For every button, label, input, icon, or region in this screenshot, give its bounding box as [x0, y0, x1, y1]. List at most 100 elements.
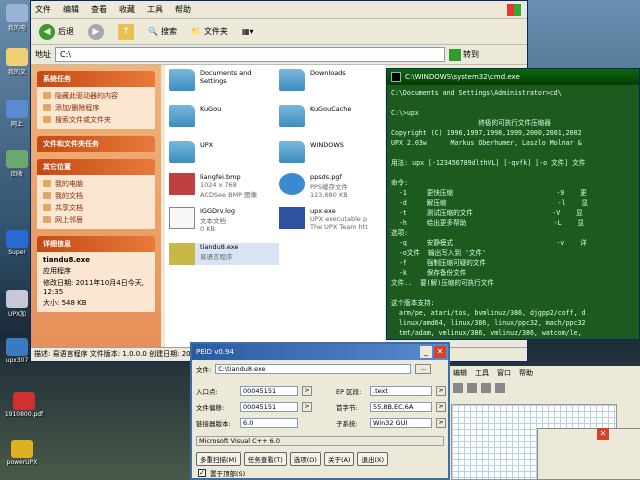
ep-section-field[interactable]: .text — [370, 386, 432, 396]
folder-icon — [169, 105, 195, 127]
background-program-window: 编辑 工具 窗口 帮助 ✕ — [446, 366, 640, 480]
system-tasks-header[interactable]: 系统任务 — [37, 71, 155, 87]
menu-help[interactable]: 帮助 — [175, 4, 191, 15]
details-panel: 详细信息 tiandu8.exe 应用程序 修改日期: 2011年10月4日今天… — [37, 236, 155, 312]
ep-section-button[interactable]: > — [436, 386, 446, 396]
file-item[interactable]: ppsds.pgf PPS缓存文件 123,680 KB — [279, 173, 389, 199]
go-button[interactable]: 转到 — [449, 48, 479, 61]
desktop-icon-recycle[interactable]: 回收 — [2, 150, 32, 178]
subsystem-field[interactable]: Win32 GUI — [370, 418, 432, 428]
search-icon: 🔍 — [148, 27, 158, 36]
menu-file[interactable]: 文件 — [35, 4, 51, 15]
details-header[interactable]: 详细信息 — [37, 236, 155, 252]
multi-scan-button[interactable]: 多重扫描(M) — [196, 452, 241, 466]
file-item[interactable]: KuGouCache — [279, 105, 389, 127]
recycle-bin-icon — [6, 150, 28, 168]
menu-favorites[interactable]: 收藏 — [119, 4, 135, 15]
desktop-icon-super[interactable]: Super — [2, 230, 32, 256]
folder-icon — [279, 69, 305, 91]
place-my-computer[interactable]: 我的电脑 — [43, 178, 149, 190]
program-menubar: 编辑 工具 窗口 帮助 — [447, 366, 640, 380]
desktop-icon-upx307[interactable]: upx307 — [2, 338, 32, 364]
detection-result: Microsoft Visual C++ 6.0 — [196, 436, 444, 446]
explorer-toolbar: ◀ 后退 ▶ ↑ 🔍 搜索 📁 文件夹 ▦▾ — [31, 19, 527, 45]
close-icon[interactable]: ✕ — [597, 428, 609, 440]
tool-icon[interactable] — [453, 383, 463, 393]
task-pane: 系统任务 隐藏此驱动器的内容 添加/删除程序 搜索文件或文件夹 文件和文件夹任务… — [31, 65, 161, 349]
browse-button[interactable]: ... — [415, 364, 432, 374]
file-item[interactable]: Documents and Settings — [169, 69, 279, 91]
exit-button[interactable]: 退出(X) — [357, 452, 388, 466]
system-tasks-panel: 系统任务 隐藏此驱动器的内容 添加/删除程序 搜索文件或文件夹 — [37, 71, 155, 129]
search-button[interactable]: 🔍 搜索 — [144, 24, 181, 39]
stay-on-top-checkbox[interactable]: ✓ — [198, 469, 206, 477]
task-add-remove[interactable]: 添加/删除程序 — [43, 102, 149, 114]
folders-button[interactable]: 📁 文件夹 — [187, 24, 232, 39]
file-item-selected[interactable]: tiandu8.exe 易语言程序 — [169, 243, 279, 265]
desktop-icon-powerupx[interactable]: powerUPX — [2, 440, 42, 466]
up-button[interactable]: ↑ — [114, 22, 138, 42]
cmd-console-output[interactable]: C:\Documents and Settings\Administrator>… — [387, 85, 639, 339]
file-path-field[interactable]: C:\tiandu8.exe — [215, 364, 412, 374]
task-viewer-button[interactable]: 任务查看(T) — [243, 452, 287, 466]
file-item[interactable]: upx.exe UPX executable p The UPX Team htt — [279, 207, 389, 231]
detail-file-name: tiandu8.exe — [43, 256, 90, 264]
desktop-icon-pdf[interactable]: 1910800.pdf — [2, 392, 46, 418]
other-places-header[interactable]: 其它位置 — [37, 159, 155, 175]
file-item[interactable]: Downloads — [279, 69, 389, 91]
designer-form[interactable] — [537, 428, 640, 480]
entry-point-button[interactable]: > — [302, 386, 312, 396]
menu-view[interactable]: 查看 — [91, 4, 107, 15]
cmd-titlebar[interactable]: C:\WINDOWS\system32\cmd.exe — [387, 69, 639, 85]
tool-icon[interactable] — [481, 383, 491, 393]
desktop-icon-my-computer[interactable]: 我的电 — [2, 4, 32, 32]
menu-tools[interactable]: 工具 — [475, 366, 489, 380]
close-icon[interactable]: ✕ — [434, 346, 446, 358]
forward-button[interactable]: ▶ — [84, 22, 108, 42]
app-icon — [6, 338, 28, 356]
menu-edit[interactable]: 编辑 — [63, 4, 79, 15]
folders-icon: 📁 — [190, 27, 201, 36]
menu-edit[interactable]: 编辑 — [453, 366, 467, 380]
linker-version-field[interactable]: 6.0 — [240, 418, 298, 428]
network-icon — [6, 100, 28, 118]
subsystem-button[interactable]: > — [436, 418, 446, 428]
file-item[interactable]: liangfei.bmp 1024 x 768 ACDSee BMP 图像 — [169, 173, 279, 199]
task-hide-drive[interactable]: 隐藏此驱动器的内容 — [43, 90, 149, 102]
file-tasks-header[interactable]: 文件和文件夹任务 — [37, 136, 155, 152]
app-icon — [6, 290, 28, 308]
task-search-files[interactable]: 搜索文件或文件夹 — [43, 114, 149, 126]
tool-icon[interactable] — [467, 383, 477, 393]
folder-icon — [279, 141, 305, 163]
desktop-icon-upx-shell[interactable]: UPX加 — [2, 290, 32, 318]
about-button[interactable]: 关于(A) — [323, 452, 355, 466]
place-shared-docs[interactable]: 共享文档 — [43, 202, 149, 214]
file-item[interactable]: IGGDrv.log 文本文档 0 KB — [169, 207, 279, 233]
views-icon: ▦▾ — [241, 27, 254, 36]
file-item[interactable]: WINDOWS — [279, 141, 389, 163]
tool-icon[interactable] — [495, 383, 505, 393]
entry-point-field[interactable]: 00045151 — [240, 386, 298, 396]
views-button[interactable]: ▦▾ — [238, 25, 258, 38]
file-item[interactable]: UPX — [169, 141, 279, 163]
file-item[interactable]: KuGou — [169, 105, 279, 127]
menu-window[interactable]: 窗口 — [497, 366, 511, 380]
first-bytes-field[interactable]: 55,8B,EC,6A — [370, 402, 432, 412]
place-my-documents[interactable]: 我的文档 — [43, 190, 149, 202]
back-arrow-icon: ◀ — [39, 23, 55, 40]
minimize-icon[interactable]: _ — [420, 346, 432, 358]
desktop-icon-network[interactable]: 网上 — [2, 100, 32, 128]
peid-titlebar[interactable]: PEiD v0.94 _ ✕ — [192, 344, 448, 360]
place-network[interactable]: 网上邻居 — [43, 214, 149, 226]
first-bytes-button[interactable]: > — [436, 402, 446, 412]
desktop-icon-my-docs[interactable]: 我的文 — [2, 48, 32, 76]
address-input[interactable]: C:\ — [55, 47, 445, 62]
back-button[interactable]: ◀ 后退 — [35, 22, 78, 42]
menu-tools[interactable]: 工具 — [147, 4, 163, 15]
folder-icon — [169, 141, 195, 163]
detail-size: 大小: 548 KB — [43, 299, 87, 307]
menu-help[interactable]: 帮助 — [519, 366, 533, 380]
file-offset-button[interactable]: > — [302, 402, 312, 412]
file-offset-field[interactable]: 00045151 — [240, 402, 298, 412]
options-button[interactable]: 选项(O) — [289, 452, 321, 466]
